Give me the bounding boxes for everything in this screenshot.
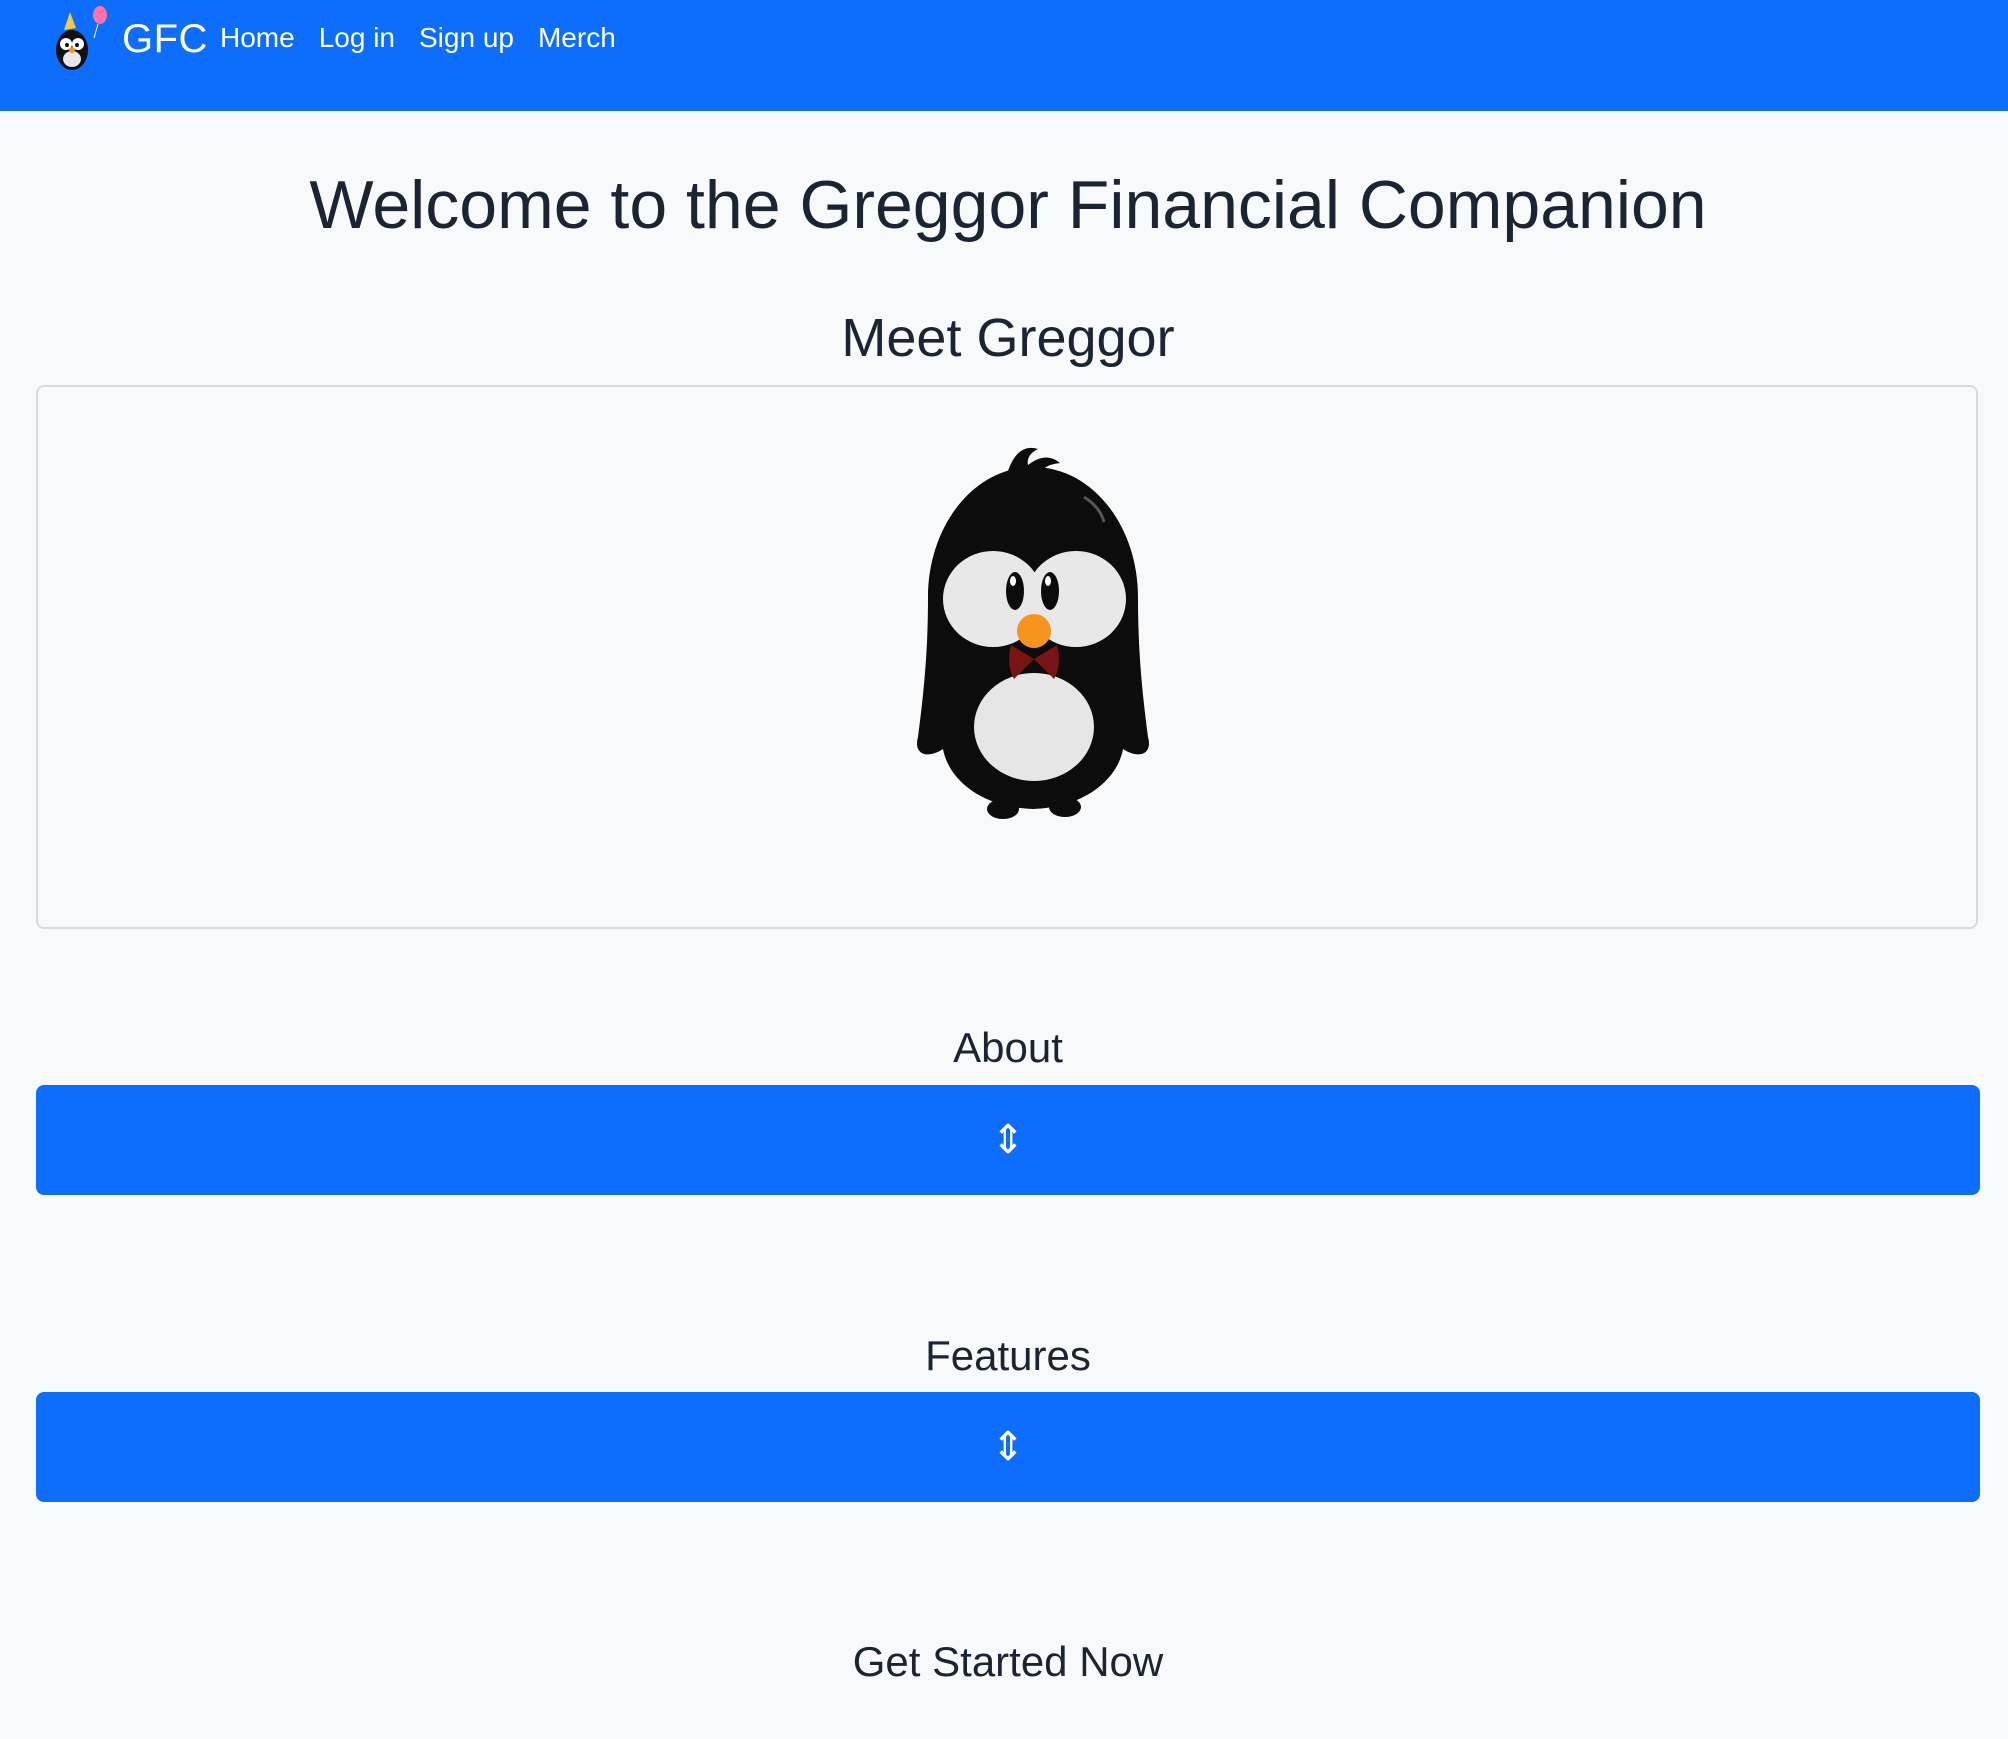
mascot-card: [36, 385, 1978, 929]
navbar: GFC Home Log in Sign up Merch: [0, 0, 2008, 111]
about-toggle-button[interactable]: ⇕: [36, 1085, 1980, 1195]
nav-link-log-in[interactable]: Log in: [319, 18, 395, 58]
brand-text: GFC: [122, 16, 208, 61]
features-heading: Features: [925, 1332, 1091, 1379]
brand-link[interactable]: GFC: [50, 4, 208, 74]
nav-link-sign-up[interactable]: Sign up: [419, 18, 514, 58]
get-started-heading: Get Started Now: [852, 1638, 1164, 1685]
nav-link-merch[interactable]: Merch: [538, 18, 616, 58]
features-toggle-button[interactable]: ⇕: [36, 1392, 1980, 1502]
about-heading: About: [953, 1024, 1063, 1071]
expand-arrows-icon: ⇕: [991, 1425, 1025, 1469]
penguin-mascot-icon: [917, 447, 1149, 819]
page-title: Welcome to the Greggor Financial Compani…: [309, 167, 1707, 243]
penguin-logo-icon: [56, 6, 107, 70]
expand-arrows-icon: ⇕: [991, 1118, 1025, 1162]
mascot-heading: Meet Greggor: [841, 308, 1175, 368]
nav-link-home[interactable]: Home: [220, 18, 295, 58]
nav-links: Home Log in Sign up Merch: [220, 18, 640, 58]
